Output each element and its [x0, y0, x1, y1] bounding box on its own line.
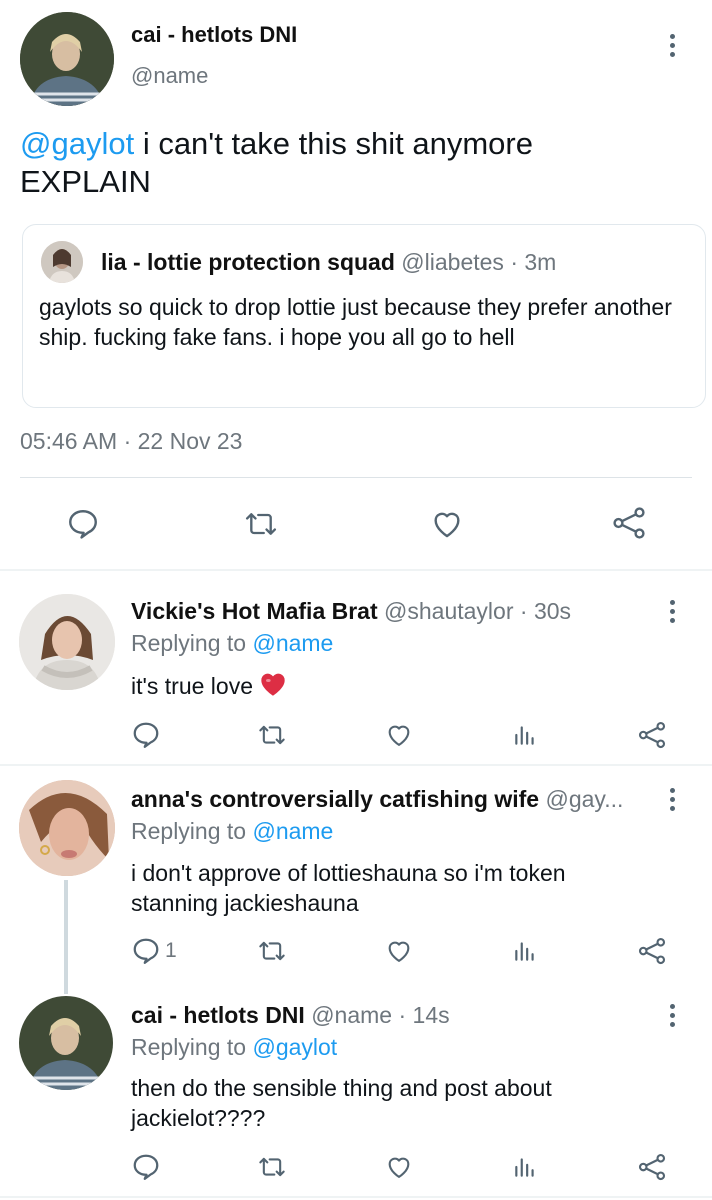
more-options-icon[interactable] — [670, 600, 676, 627]
thread-line — [64, 880, 68, 994]
reply-icon[interactable] — [131, 720, 161, 750]
more-options-icon[interactable] — [670, 788, 676, 815]
analytics-icon[interactable] — [512, 937, 538, 965]
quote-author-handle[interactable]: @liabetes — [401, 249, 504, 275]
quote-text: gaylots so quick to drop lottie just bec… — [39, 294, 672, 350]
share-icon[interactable] — [637, 1152, 667, 1182]
replying-to-mention[interactable]: @gaylot — [252, 1034, 337, 1060]
divider — [0, 569, 712, 571]
quote-header: lia - lottie protection squad @liabetes … — [101, 249, 556, 276]
replying-to-label: Replying to — [131, 1034, 247, 1060]
reply-time: · 14s — [398, 1002, 450, 1028]
divider — [20, 477, 692, 478]
avatar-photo-icon — [20, 12, 114, 106]
reply-avatar[interactable] — [19, 780, 115, 876]
divider — [0, 1196, 712, 1198]
reply-avatar[interactable] — [19, 996, 113, 1090]
avatar-photo-icon — [19, 594, 115, 690]
reply-text-line1: i don't approve of lottieshauna so i'm t… — [131, 860, 566, 886]
reply-header: anna's controversially catfishing wife @… — [131, 786, 659, 813]
reply-author-name[interactable]: Vickie's Hot Mafia Brat — [131, 598, 378, 624]
reply-icon[interactable] — [131, 1152, 161, 1182]
replying-to-mention[interactable]: @name — [252, 818, 333, 844]
reply-header: cai - hetlots DNI @name · 14s — [131, 1002, 450, 1029]
reply-author-handle[interactable]: @name — [311, 1002, 392, 1028]
replying-to: Replying to @name — [131, 630, 333, 657]
reply-icon[interactable] — [131, 936, 161, 966]
quoted-tweet-card[interactable]: lia - lottie protection squad @liabetes … — [22, 224, 706, 408]
like-icon[interactable] — [429, 507, 465, 541]
replying-to-label: Replying to — [131, 630, 247, 656]
reply-count: 1 — [165, 939, 177, 962]
heart-emoji-icon — [259, 671, 287, 703]
reply-avatar[interactable] — [19, 594, 115, 690]
tweet-text-line1: i can't take this shit anymore — [134, 126, 533, 161]
quote-avatar — [41, 241, 83, 283]
reply-time: · 30s — [519, 598, 572, 624]
retweet-icon[interactable] — [256, 721, 288, 749]
avatar-photo-icon — [19, 780, 115, 876]
share-icon[interactable] — [637, 720, 667, 750]
author-handle[interactable]: @name — [131, 63, 208, 89]
author-name[interactable]: cai - hetlots DNI — [131, 22, 297, 48]
reply-author-name[interactable]: cai - hetlots DNI — [131, 1002, 305, 1028]
avatar-photo-icon — [19, 996, 113, 1090]
author-avatar[interactable] — [20, 12, 114, 106]
like-icon[interactable] — [384, 937, 414, 965]
avatar-photo-icon — [41, 241, 83, 283]
replying-to: Replying to @name — [131, 818, 333, 845]
share-icon[interactable] — [610, 505, 648, 541]
reply-author-handle[interactable]: @gay... — [545, 786, 623, 812]
tweet-timestamp[interactable]: 05:46 AM · 22 Nov 23 — [20, 428, 242, 455]
like-icon[interactable] — [384, 1153, 414, 1181]
more-options-icon[interactable] — [670, 1004, 676, 1031]
tweet-text: @gaylot i can't take this shit anymore E… — [20, 125, 680, 201]
retweet-icon[interactable] — [243, 507, 279, 541]
reply-author-name[interactable]: anna's controversially catfishing wife — [131, 786, 539, 812]
reply-text: it's true love — [131, 671, 287, 703]
quote-time: · 3m — [510, 249, 557, 275]
reply-text-line2: stanning jackieshauna — [131, 890, 359, 916]
mention-link[interactable]: @gaylot — [20, 126, 134, 161]
reply-icon[interactable] — [66, 507, 100, 541]
reply-text-line2: jackielot???? — [131, 1105, 266, 1131]
reply-text-body: it's true love — [131, 673, 253, 699]
reply-text-line1: then do the sensible thing and post abou… — [131, 1075, 552, 1101]
like-icon[interactable] — [384, 721, 414, 749]
analytics-icon[interactable] — [512, 1153, 538, 1181]
reply-text: then do the sensible thing and post abou… — [131, 1073, 552, 1133]
replying-to: Replying to @gaylot — [131, 1034, 337, 1061]
replying-to-mention[interactable]: @name — [252, 630, 333, 656]
divider — [0, 764, 712, 766]
reply-author-handle[interactable]: @shautaylor — [384, 598, 513, 624]
tweet-text-line2: EXPLAIN — [20, 164, 151, 199]
retweet-icon[interactable] — [256, 937, 288, 965]
share-icon[interactable] — [637, 936, 667, 966]
reply-header: Vickie's Hot Mafia Brat @shautaylor · 30… — [131, 598, 571, 625]
replying-to-label: Replying to — [131, 818, 247, 844]
reply-text: i don't approve of lottieshauna so i'm t… — [131, 858, 566, 918]
analytics-icon[interactable] — [512, 721, 538, 749]
more-options-icon[interactable] — [670, 34, 676, 61]
quote-author-name[interactable]: lia - lottie protection squad — [101, 249, 395, 275]
retweet-icon[interactable] — [256, 1153, 288, 1181]
